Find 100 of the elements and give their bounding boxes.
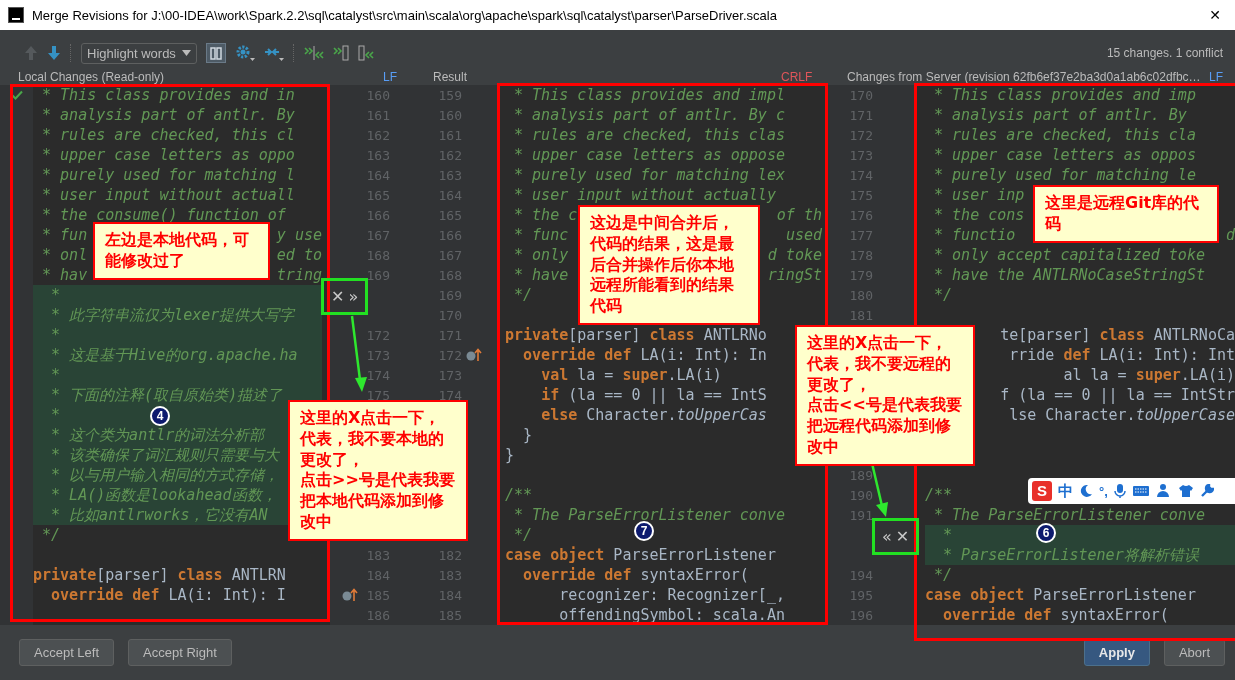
code-line: }	[522, 426, 533, 444]
comment-line: *	[942, 526, 953, 544]
code-line: }	[505, 446, 515, 464]
merge-both-icon[interactable]	[303, 45, 324, 61]
wrench-icon[interactable]	[1199, 484, 1214, 498]
comment-line: * only	[513, 246, 569, 264]
panel-title: Local Changes (Read-only)	[18, 69, 166, 84]
comment-line: /**	[925, 486, 953, 504]
line-separator-label[interactable]: LF	[383, 69, 433, 84]
comment-line: ed to	[276, 246, 322, 264]
comment-line: * 比如antlrworks，它没有AN	[50, 506, 268, 524]
comment-line: * fun	[41, 226, 88, 244]
callout-text: 点击<<号是代表我要把远程代码添加到修改中	[807, 395, 963, 458]
code-line: case object ParseErrorListener	[505, 546, 776, 564]
down-arrow-icon[interactable]	[47, 45, 61, 61]
comment-line: * purely used for matching l	[41, 166, 295, 184]
code-line: te[parser] class ANTLRNoCa	[1000, 326, 1235, 344]
dialog-button[interactable]: Accept Right	[128, 639, 232, 666]
comment-line: * ParseErrorListener将解析错误	[942, 546, 1199, 564]
app-logo-icon	[8, 7, 24, 23]
comment-line: * 此字符串流仅为lexer提供大写字	[50, 306, 295, 324]
comment-line: * rules are checked, this cla	[933, 126, 1196, 144]
comment-line: * upper case letters as oppose	[513, 146, 785, 164]
code-line: f (la == 0 || la == IntStr	[1000, 386, 1235, 404]
apply-left-icon[interactable]	[332, 45, 349, 61]
line-separator-label[interactable]: CRLF	[781, 69, 847, 84]
comment-line: * This class provides and imp	[933, 86, 1196, 104]
code-line: lse Character.toUpperCase	[1009, 406, 1235, 424]
comment-line: * only accept capitalized toke	[933, 246, 1205, 264]
language-mode[interactable]: 中	[1058, 481, 1073, 501]
caret-icon	[181, 50, 191, 56]
ime-logo[interactable]: S	[1032, 481, 1052, 501]
side-by-side-toggle[interactable]	[205, 43, 226, 63]
comment-line: ringSt	[767, 266, 822, 284]
conflict-action-button[interactable]: ✕	[330, 288, 346, 305]
comment-line: * analysis part of antlr. By	[41, 106, 295, 124]
settings-icon[interactable]	[234, 44, 255, 62]
close-button[interactable]: ✕	[1195, 0, 1235, 30]
panel-title: Changes from Server (revision 62fb6ef37e2ba3d0a1ab6c02dfbc…	[847, 69, 1201, 84]
comment-line: * rules are checked, this cl	[41, 126, 295, 144]
comment-line: * The ParseErrorListener conve	[513, 506, 785, 524]
comment-line: * the cons	[933, 206, 1025, 224]
code-line: if (la == 0 || la == IntS	[540, 386, 767, 404]
comment-line: y use	[276, 226, 322, 244]
annotation-icon[interactable]	[342, 588, 358, 602]
comment-line: of th	[776, 206, 822, 224]
comment-line: *	[50, 326, 61, 344]
comment-line: * have the ANTLRNoCaseStringSt	[933, 266, 1205, 284]
comment-line: * user input without actually	[513, 186, 776, 204]
microphone-icon[interactable]	[1113, 483, 1126, 499]
callout-text: 左边是本地代码，可能修改过了	[105, 230, 250, 272]
comment-line: * the consume() function of	[41, 206, 286, 224]
dialog-button[interactable]: Apply	[1083, 639, 1150, 666]
callout-text: 这里的X点击一下，代表，我不要本地的更改了，	[300, 408, 445, 471]
comment-line: tring	[276, 266, 322, 284]
comment-line: * rules are checked, this clas	[513, 126, 785, 144]
code-line: val la = super.LA(i)	[540, 366, 722, 384]
comment-line: * functio	[933, 226, 1016, 244]
callout-text: 点击>>号是代表我要把本地代码添加到修改中	[300, 470, 456, 533]
code-line: offendingSymbol: scala.An	[558, 606, 785, 624]
comment-line: */	[933, 286, 953, 304]
comment-line: used	[785, 226, 822, 244]
comment-line: * 以与用户输入相同的方式存储，	[50, 466, 280, 484]
comment-line: * hav	[41, 266, 88, 284]
annotation-icon[interactable]	[466, 348, 482, 362]
comment-line: * analysis part of antlr. By	[933, 106, 1187, 124]
callout-text: 这里是远程Git库的代码	[1045, 193, 1201, 235]
comment-line: * purely used for matching le	[933, 166, 1196, 184]
comment-line: * 这是基于Hive的org.apache.ha	[50, 346, 298, 364]
highlight-dropdown[interactable]: Highlight words	[81, 42, 197, 64]
code-line: private[parser] class ANTLRNo	[505, 326, 767, 344]
conflict-action-button[interactable]: »	[347, 288, 360, 305]
comment-line: * This class provides and in	[41, 86, 295, 104]
conflict-action-button[interactable]: ✕	[894, 528, 911, 545]
shirt-icon[interactable]	[1177, 484, 1194, 498]
dialog-button[interactable]: Abort	[1163, 639, 1225, 666]
comment-line: *	[50, 406, 61, 424]
comment-line: * user input without actuall	[41, 186, 295, 204]
comment-line: * 这个类为antlr的词法分析部	[50, 426, 265, 444]
comment-line: * user inp	[933, 186, 1025, 204]
dialog-button[interactable]: Accept Left	[19, 639, 115, 666]
code-line: override def LA(i: Int): I	[50, 586, 286, 604]
comment-line: * upper case letters as oppos	[933, 146, 1196, 164]
punctuation-mode[interactable]: °,	[1099, 483, 1108, 499]
moon-icon[interactable]	[1079, 484, 1093, 498]
keyboard-icon[interactable]	[1131, 485, 1150, 497]
apply-right-icon[interactable]	[357, 45, 374, 61]
comment-line: /**	[505, 486, 533, 504]
code-line: override def LA(i: Int): In	[522, 346, 767, 364]
code-line: override def syntaxError(	[942, 606, 1169, 624]
code-line: override def syntaxError(	[522, 566, 749, 584]
change-count: 15 changes. 1 conflict	[1106, 46, 1223, 60]
comment-line: */	[513, 526, 533, 544]
comment-line: * 该类确保了词汇规则只需要与大	[50, 446, 280, 464]
user-icon[interactable]	[1155, 483, 1172, 499]
conflict-action-button[interactable]: «	[881, 528, 893, 545]
code-line: al la = super.LA(i)	[1063, 366, 1235, 384]
line-separator-label[interactable]: LF	[1209, 69, 1235, 84]
comment-line: * onl	[41, 246, 88, 264]
comment-line: *	[50, 286, 61, 304]
